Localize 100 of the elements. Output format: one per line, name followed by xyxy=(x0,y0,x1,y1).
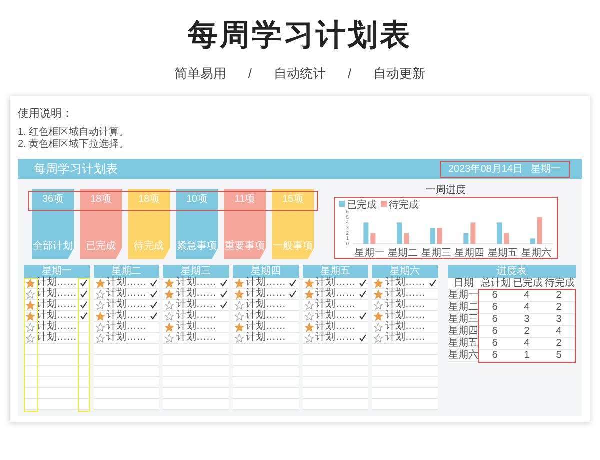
feature-label: 自动更新 xyxy=(374,66,426,82)
axis-label: 星期四 xyxy=(454,248,485,259)
table-cell: 星期五 xyxy=(448,338,480,350)
task-text: 计划…… xyxy=(385,278,426,288)
task-text: 计划…… xyxy=(385,333,426,343)
task-text: 计划…… xyxy=(246,300,286,310)
stat-value: 36项 xyxy=(42,194,64,206)
feature-label: 简单易用 xyxy=(174,66,226,82)
table-cell: 星期二 xyxy=(448,302,480,314)
task-text: 计划…… xyxy=(176,311,216,321)
instruction-line: 2. 黄色框区域下拉选择。 xyxy=(18,139,130,151)
bar xyxy=(470,222,476,244)
task-text: 计划…… xyxy=(246,322,286,332)
day-header: 星期二 xyxy=(94,265,160,278)
date-text: 2023年08月14日 xyxy=(448,162,523,176)
task-text: 计划…… xyxy=(316,322,356,332)
task-text: 计划…… xyxy=(37,289,77,299)
chart-title: 一周进度 xyxy=(426,185,466,197)
instructions-heading: 使用说明： xyxy=(18,108,73,121)
task-text: 计划…… xyxy=(37,333,77,343)
stat-label: 紧急事项 xyxy=(177,241,217,253)
task-text: 计划…… xyxy=(106,289,147,299)
task-text: 计划…… xyxy=(106,300,147,310)
task-text: 计划…… xyxy=(106,333,147,343)
task-text: 计划…… xyxy=(385,311,426,321)
table-cell: 2 xyxy=(543,290,576,302)
stat-label: 全部计划 xyxy=(33,241,73,253)
table-cell: 星期六 xyxy=(448,350,480,362)
stat-value: 15项 xyxy=(282,194,304,206)
table-cell: 4 xyxy=(511,290,544,302)
task-text: 计划…… xyxy=(385,289,426,299)
table-cell: 4 xyxy=(511,338,544,350)
table-cell: 星期一 xyxy=(448,290,480,302)
task-text: 计划…… xyxy=(385,300,426,310)
task-text: 计划…… xyxy=(246,278,286,288)
table-cell: 4 xyxy=(543,326,576,338)
column-header: 日期 xyxy=(448,278,480,290)
column-header: 已完成 xyxy=(512,278,544,290)
bar xyxy=(537,217,542,244)
day-header: 星期三 xyxy=(163,265,230,278)
day-header: 星期一 xyxy=(24,265,90,278)
bar xyxy=(404,233,409,244)
table-cell: 3 xyxy=(543,314,576,326)
table-cell: 6 xyxy=(479,350,512,362)
column-header: 总计划 xyxy=(480,278,512,290)
bar xyxy=(497,222,502,244)
bar xyxy=(397,222,402,244)
bar xyxy=(437,228,442,244)
axis-label: 星期五 xyxy=(488,248,518,259)
task-text: 计划…… xyxy=(106,322,147,332)
stat-value: 11项 xyxy=(234,194,256,206)
instruction-line: 1. 红色框区域自动计算。 xyxy=(18,127,130,138)
task-text: 计划…… xyxy=(37,278,77,288)
task-text: 计划…… xyxy=(106,278,147,288)
table-cell: 星期四 xyxy=(448,326,480,338)
stat-value: 10项 xyxy=(186,194,208,206)
bar xyxy=(464,233,469,244)
legend-label: 已完成 xyxy=(347,200,377,211)
task-text: 计划…… xyxy=(37,311,77,321)
table-cell: 2 xyxy=(543,302,576,314)
axis-label: 星期二 xyxy=(388,248,418,259)
table-cell: 6 xyxy=(479,326,512,338)
bar xyxy=(504,233,509,244)
task-text: 计划…… xyxy=(176,278,216,288)
task-text: 计划…… xyxy=(316,289,356,299)
separator: / xyxy=(348,66,352,82)
axis-label: 星期三 xyxy=(421,248,452,259)
page-title: 每周学习计划表 xyxy=(188,18,412,54)
task-text: 计划…… xyxy=(246,311,286,321)
task-text: 计划…… xyxy=(37,322,77,332)
task-text: 计划…… xyxy=(316,333,356,343)
column-header: 待完成 xyxy=(544,278,576,290)
separator: / xyxy=(248,66,252,82)
stat-label: 一般事项 xyxy=(273,241,313,253)
task-text: 计划…… xyxy=(316,300,356,310)
stat-label: 重要事项 xyxy=(225,241,265,253)
table-cell: 6 xyxy=(479,338,512,350)
sheet-title: 每周学习计划表 xyxy=(34,160,118,178)
legend-label: 待完成 xyxy=(389,200,419,211)
task-text: 计划…… xyxy=(176,300,216,310)
day-header: 星期六 xyxy=(372,265,438,278)
table-cell: 2 xyxy=(511,326,544,338)
table-cell: 4 xyxy=(511,302,544,314)
bar xyxy=(430,228,436,244)
task-text: 计划…… xyxy=(37,300,77,310)
task-text: 计划…… xyxy=(176,289,216,299)
table-cell: 3 xyxy=(511,314,544,326)
task-text: 计划…… xyxy=(316,311,356,321)
bar xyxy=(370,233,376,244)
stat-value: 18项 xyxy=(90,194,112,206)
axis-label: 星期一 xyxy=(354,248,385,259)
day-header: 星期五 xyxy=(302,265,368,278)
stat-label: 待完成 xyxy=(134,241,164,253)
table-cell: 6 xyxy=(479,302,512,314)
task-text: 计划…… xyxy=(176,333,216,343)
table-cell: 2 xyxy=(543,338,576,350)
task-text: 计划…… xyxy=(246,289,286,299)
table-cell: 6 xyxy=(479,290,512,302)
table-cell: 6 xyxy=(479,314,512,326)
task-text: 计划…… xyxy=(106,311,147,321)
